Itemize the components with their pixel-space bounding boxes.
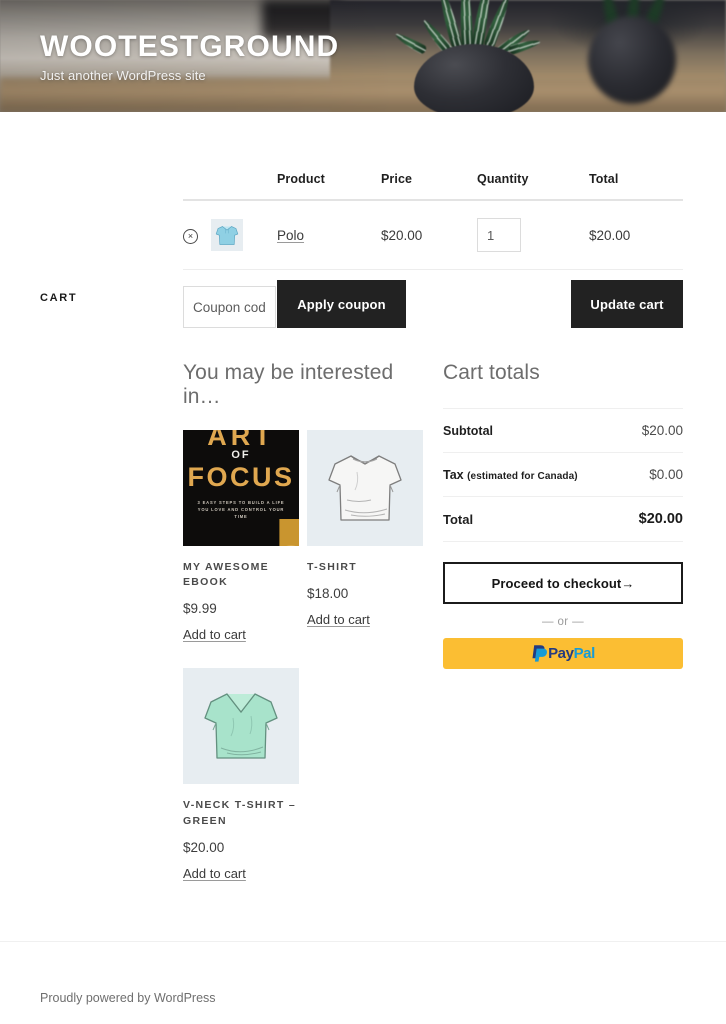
coupon-code-input[interactable] [183, 286, 276, 328]
site-header: WOOTESTGROUND Just another WordPress sit… [0, 0, 726, 112]
cart-totals-heading: Cart totals [443, 361, 540, 384]
quantity-input[interactable] [477, 218, 521, 252]
list-item[interactable]: T-SHIRT $18.00 Add to cart [307, 430, 423, 644]
tshirt-icon [307, 430, 423, 546]
total-value: $20.00 [638, 511, 683, 527]
book-cover-art: ART OF FOCUS 3 EASY STEPS TO BUILD A LIF… [183, 430, 299, 546]
upsells-heading: You may be interested in… [183, 361, 394, 408]
cart-table-header-row: Product Price Quantity Total [183, 172, 683, 200]
cell-product: Polo [277, 200, 381, 270]
polo-shirt-icon [215, 226, 239, 245]
book-tagline: 3 EASY STEPS TO BUILD A LIFE YOU LOVE AN… [197, 500, 285, 519]
tax-label-text: Tax [443, 467, 464, 482]
cell-total: $20.00 [589, 200, 683, 270]
list-item[interactable]: ART OF FOCUS 3 EASY STEPS TO BUILD A LIF… [183, 430, 299, 644]
remove-circle-x-icon[interactable]: × [183, 228, 198, 244]
paypal-text-pal: Pal [573, 645, 596, 662]
art-of-focus-ebook-cover[interactable]: ART OF FOCUS 3 EASY STEPS TO BUILD A LIF… [183, 430, 299, 546]
col-price: Price [381, 172, 413, 186]
product-name-link[interactable]: Polo [277, 228, 304, 243]
add-to-cart-link[interactable]: Add to cart [183, 627, 246, 642]
cell-thumbnail [211, 200, 277, 270]
book-title-line3: FOCUS [187, 462, 295, 492]
cart-main-column: Product Price Quantity Total × Polo $20.… [183, 172, 683, 881]
tax-value: $0.00 [649, 467, 683, 482]
site-description: Just another WordPress site [40, 68, 206, 83]
col-quantity: Quantity [477, 172, 529, 186]
green-vneck-tshirt-sketch[interactable] [183, 668, 299, 785]
product-title: V-NECK T-SHIRT – GREEN [183, 799, 296, 827]
product-title: T-SHIRT [307, 561, 357, 573]
site-branding: WOOTESTGROUND Just another WordPress sit… [40, 30, 339, 83]
paypal-wordmark: PayPal [548, 645, 595, 662]
cart-actions-row: Apply coupon Update cart [183, 270, 683, 344]
product-price: $9.99 [183, 601, 217, 617]
upsells-section: You may be interested in… ART OF FOCUS 3… [183, 361, 423, 883]
add-to-cart-link[interactable]: Add to cart [307, 612, 370, 627]
product-title: MY AWESOME EBOOK [183, 561, 269, 589]
white-tshirt-sketch[interactable] [307, 430, 423, 546]
site-footer: Proudly powered by WordPress [0, 941, 726, 1024]
cell-quantity [477, 200, 589, 270]
polo-shirt-thumbnail[interactable] [211, 219, 243, 251]
vneck-tshirt-icon [183, 668, 299, 785]
cell-price: $20.00 [381, 200, 477, 270]
subtotal-row: Subtotal $20.00 [443, 408, 683, 453]
product-price: $20.00 [183, 839, 225, 855]
site-title[interactable]: WOOTESTGROUND [40, 30, 339, 63]
cart-table-head: Product Price Quantity Total [183, 172, 683, 200]
list-item[interactable]: V-NECK T-SHIRT – GREEN $20.00 Add to car… [183, 668, 299, 882]
site-content: CART Product Price Quantity Total × Polo… [0, 112, 726, 881]
paypal-checkout-button[interactable]: PayPal [443, 638, 683, 669]
subtotal-value: $20.00 [641, 423, 683, 438]
paypal-icon [532, 645, 548, 662]
total-row: Total $20.00 [443, 497, 683, 542]
col-thumbnail [211, 172, 277, 200]
product-price: $18.00 [307, 586, 349, 602]
cart-table: Product Price Quantity Total × Polo $20.… [183, 172, 683, 270]
cart-totals-body: Subtotal $20.00 Tax (estimated for Canad… [443, 408, 683, 542]
book-title-line2: OF [231, 449, 251, 461]
wristwatch-icon [279, 519, 299, 546]
footer-credit: Proudly powered by WordPress [40, 991, 216, 1005]
total-label: Total [443, 511, 474, 527]
table-row: × Polo $20.00 1 $20.00 [183, 200, 683, 270]
tax-row: Tax (estimated for Canada) $0.00 [443, 453, 683, 497]
update-cart-button[interactable]: Update cart [571, 280, 683, 328]
col-product: Product [277, 172, 325, 186]
cell-remove: × [183, 200, 211, 270]
or-divider: — or — [541, 616, 584, 628]
upsells-product-grid: ART OF FOCUS 3 EASY STEPS TO BUILD A LIF… [183, 430, 423, 883]
proceed-to-checkout-button[interactable]: Proceed to checkout→ [443, 562, 683, 604]
subtotal-label: Subtotal [443, 423, 493, 438]
apply-coupon-button[interactable]: Apply coupon [277, 280, 406, 328]
paypal-text-pay: Pay [548, 645, 574, 662]
cart-totals-section: Cart totals Subtotal $20.00 Tax (estimat… [443, 361, 683, 669]
footer-credit-text[interactable]: Proudly powered by WordPress [40, 991, 216, 1005]
cart-totals-table: Subtotal $20.00 Tax (estimated for Canad… [443, 408, 683, 542]
tax-note: (estimated for Canada) [467, 470, 578, 482]
tax-label: Tax (estimated for Canada) [443, 453, 624, 497]
cart-table-body: × Polo $20.00 1 $20.00 [183, 200, 683, 270]
add-to-cart-link[interactable]: Add to cart [183, 866, 246, 881]
page-title: CART [40, 292, 78, 304]
col-total: Total [589, 172, 619, 186]
col-remove [183, 172, 211, 200]
